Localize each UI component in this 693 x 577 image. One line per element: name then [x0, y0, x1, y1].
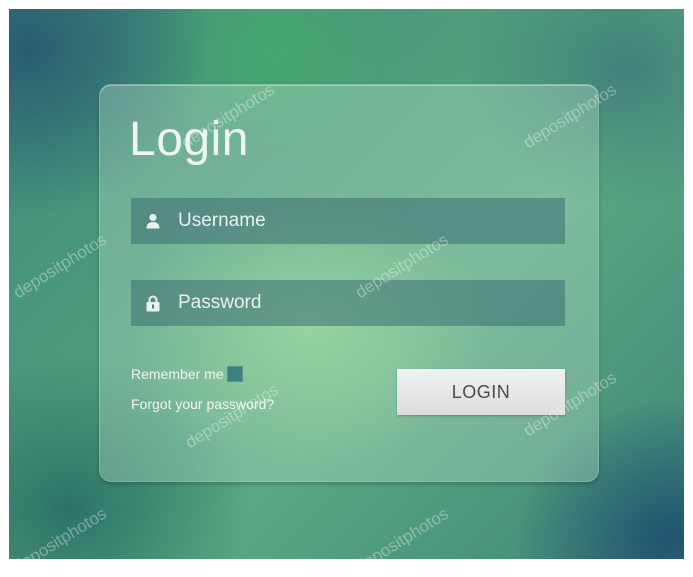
- remember-me-label: Remember me: [131, 366, 224, 382]
- login-button[interactable]: LOGIN: [397, 369, 565, 415]
- forgot-password-link[interactable]: Forgot your password?: [131, 396, 274, 412]
- username-placeholder: Username: [178, 210, 266, 231]
- password-placeholder: Password: [178, 292, 262, 313]
- username-field[interactable]: Username: [131, 198, 565, 244]
- remember-me-checkbox[interactable]: [226, 366, 243, 382]
- remember-me: Remember me: [131, 366, 243, 382]
- password-field[interactable]: Password: [131, 280, 565, 326]
- login-title: Login: [129, 113, 249, 166]
- lock-icon: [144, 294, 162, 312]
- user-icon: [144, 212, 162, 230]
